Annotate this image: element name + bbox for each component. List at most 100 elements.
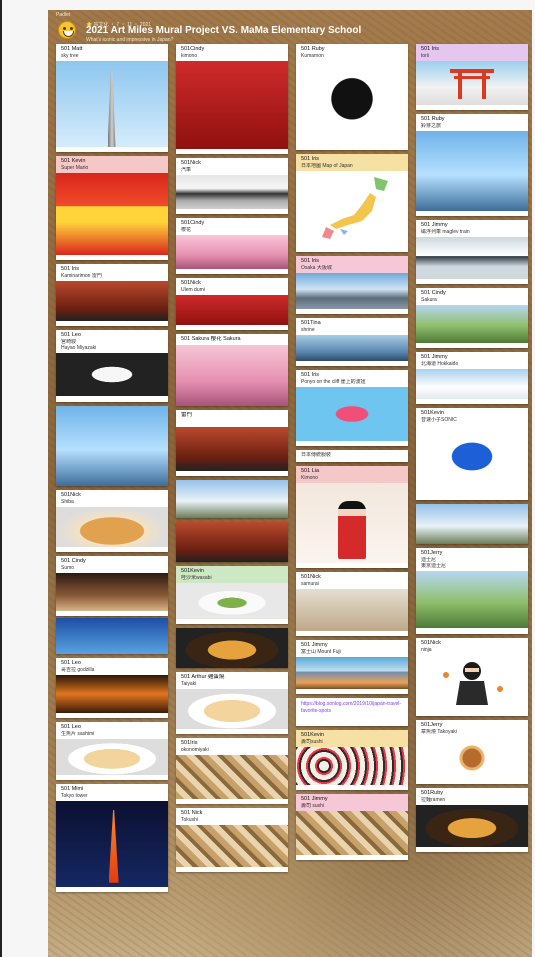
post-card[interactable]: 501Nick Ulem dumi (176, 278, 288, 330)
post-author: 501Kevin (301, 732, 324, 738)
post-caption: 拉麵ramen (421, 797, 446, 803)
post-caption: kimono (181, 53, 198, 59)
post-card[interactable]: 501Cindy kimono (176, 44, 288, 154)
post-link[interactable]: https://blog.sonlog.com/2019/10/japan-tr… (296, 698, 408, 717)
post-card[interactable]: 501Kevin 壽司sushi (296, 730, 408, 790)
kimono-photo (176, 61, 288, 149)
post-card[interactable]: 501 Mimi Tokyo tower (56, 784, 168, 892)
post-card[interactable]: 501Nick ninja (416, 638, 528, 716)
post-card[interactable]: 501Iris okonomiyaki (176, 738, 288, 804)
post-caption: 日本地圖 Map of Japan (301, 163, 353, 169)
post-card[interactable]: 501 Cindy Sumo (56, 556, 168, 616)
post-author: 501 Jimmy (421, 354, 448, 360)
post-card[interactable]: 501 Arthur 雞蛋燒 Taiyaki (176, 672, 288, 734)
wasabi-photo (176, 583, 288, 619)
post-author: 501 Iris (421, 46, 440, 52)
post-card[interactable]: 501 Matt sky tree (56, 44, 168, 152)
post-caption: 章魚燒 Takoyaki (421, 729, 457, 735)
post-card[interactable]: 501Kevin 哇沙米wasabi (176, 566, 288, 624)
post-author: 501Kevin (421, 410, 444, 416)
page-frame: Padlet ⭐ 宗文化 ・ 7 ・ 11 ・ 2021 2021 Art Mi… (0, 0, 535, 957)
post-card[interactable] (176, 522, 288, 562)
post-card[interactable]: 501 Nick Tokushi (176, 808, 288, 872)
post-caption: Tokyo tower (61, 793, 88, 799)
board-title: 2021 Art Miles Mural Project VS. MaMa El… (86, 25, 362, 36)
post-author: 501 Sakura 櫻花 Sakura (181, 336, 241, 342)
post-card[interactable]: 501 Iris torii (416, 44, 528, 110)
post-card[interactable]: 501 Iris Ponyo on the cliff 崖上的波妞 (296, 370, 408, 446)
kaminarimon-night-photo (176, 427, 288, 471)
post-card[interactable] (176, 628, 288, 668)
post-card[interactable]: 501Nick 汽車 (176, 158, 288, 214)
post-card[interactable]: 501Jerry 章魚燒 Takoyaki (416, 720, 528, 784)
post-author: 501 Ruby (421, 116, 445, 122)
board-subtitle: What's iconic and impressive in Japan? (86, 37, 174, 43)
post-author: 501 Iris (301, 258, 320, 264)
post-card[interactable] (416, 504, 528, 544)
post-card[interactable]: 501Ruby 拉麵ramen (416, 788, 528, 852)
post-card[interactable] (176, 480, 288, 518)
post-author: 501 Jimmy (301, 796, 328, 802)
sonic-photo (416, 425, 528, 495)
post-card[interactable]: 501 Jimmy 壽司 sushi (296, 794, 408, 860)
post-author: 501 Matt (61, 46, 83, 52)
post-card[interactable]: 501Cindy 櫻花 (176, 218, 288, 274)
post-card[interactable] (56, 406, 168, 486)
bento-photo (176, 825, 288, 867)
post-card[interactable]: 501 Jimmy 北海道 Hokkaido (416, 352, 528, 404)
mario-photo (56, 173, 168, 255)
post-card[interactable]: 501 Leo 哥吉拉 godzilla (56, 658, 168, 718)
post-author: 501 Jimmy (421, 222, 448, 228)
post-author: 501 Iris (61, 266, 80, 272)
post-author: 501 Nick (181, 810, 203, 816)
skytree-photo (56, 61, 168, 147)
sakura-branch-photo (176, 345, 288, 406)
kimono-figure (338, 501, 366, 559)
post-author: 501 Leo (61, 724, 81, 730)
post-card[interactable]: 501 Iris 日本地圖 Map of Japan (296, 154, 408, 252)
post-caption: torii (421, 53, 430, 59)
post-card[interactable]: 501 Cindy Sakura (416, 288, 528, 348)
samurai-photo (296, 589, 408, 631)
post-author: 501Jerry (421, 722, 443, 728)
post-card[interactable]: 501 Leo 宮崎駿 Hayao Miyazaki (56, 330, 168, 402)
post-card[interactable]: 日本傳統服裝 (296, 450, 408, 462)
post-card[interactable]: 501 Leo 生魚片 sashimi (56, 722, 168, 780)
post-caption: Osaka 大阪城 (301, 265, 332, 271)
post-card[interactable] (56, 618, 168, 654)
post-card[interactable]: 501Nick Shiba (56, 490, 168, 552)
post-card[interactable]: 501Kevin 音速小子SONIC (416, 408, 528, 500)
post-caption: 生魚片 sashimi (61, 731, 95, 737)
post-card[interactable]: 501 Sakura 櫻花 Sakura (176, 334, 288, 406)
post-card[interactable]: 501Jerry 迪士尼 東京迪士尼 (416, 548, 528, 634)
ninja-icon (443, 662, 503, 705)
post-author: 501 Iris (301, 372, 320, 378)
link-card[interactable]: https://blog.sonlog.com/2019/10/japan-tr… (296, 698, 408, 726)
demon-slayer-photo (56, 618, 168, 654)
post-card[interactable]: 501 Iris Osaka 大阪城 (296, 256, 408, 314)
post-card[interactable]: 501 Iris Kaminarimon 雷門 (56, 264, 168, 326)
post-card[interactable]: 501 Kevin Super Mario (56, 156, 168, 260)
ninja-photo (416, 655, 528, 711)
post-card[interactable]: 501 Ruby 鈴芽之旅 (416, 114, 528, 216)
post-card[interactable]: 501 Lia Kimono (296, 466, 408, 568)
post-author: 501Cindy (181, 220, 205, 226)
post-caption: 鈴芽之旅 (421, 123, 442, 129)
post-caption: okonomiyaki (181, 747, 209, 753)
post-card[interactable]: 501 Jimmy 富士山 Mount Fuji (296, 640, 408, 694)
disney-photo (416, 571, 528, 628)
post-author: 501Nick (61, 492, 81, 498)
post-author: 501Jerry (421, 550, 443, 556)
oshizushi-photo (296, 811, 408, 855)
miyazaki-photo (56, 353, 168, 396)
post-author: 501Nick (301, 574, 321, 580)
post-card[interactable]: 501Tina shrine (296, 318, 408, 366)
post-card[interactable]: 501 Jimmy 磁浮列車 maglev train (416, 220, 528, 284)
post-caption: Sakura (421, 297, 437, 303)
post-author: 501 Cindy (61, 558, 86, 564)
anime-photo (56, 406, 168, 486)
post-card[interactable]: 501Nick samurai (296, 572, 408, 636)
post-caption-2: 東京迪士尼 (421, 563, 447, 569)
post-card[interactable]: 501 Ruby Kumamon (296, 44, 408, 150)
post-card[interactable]: 雷門 (176, 410, 288, 476)
